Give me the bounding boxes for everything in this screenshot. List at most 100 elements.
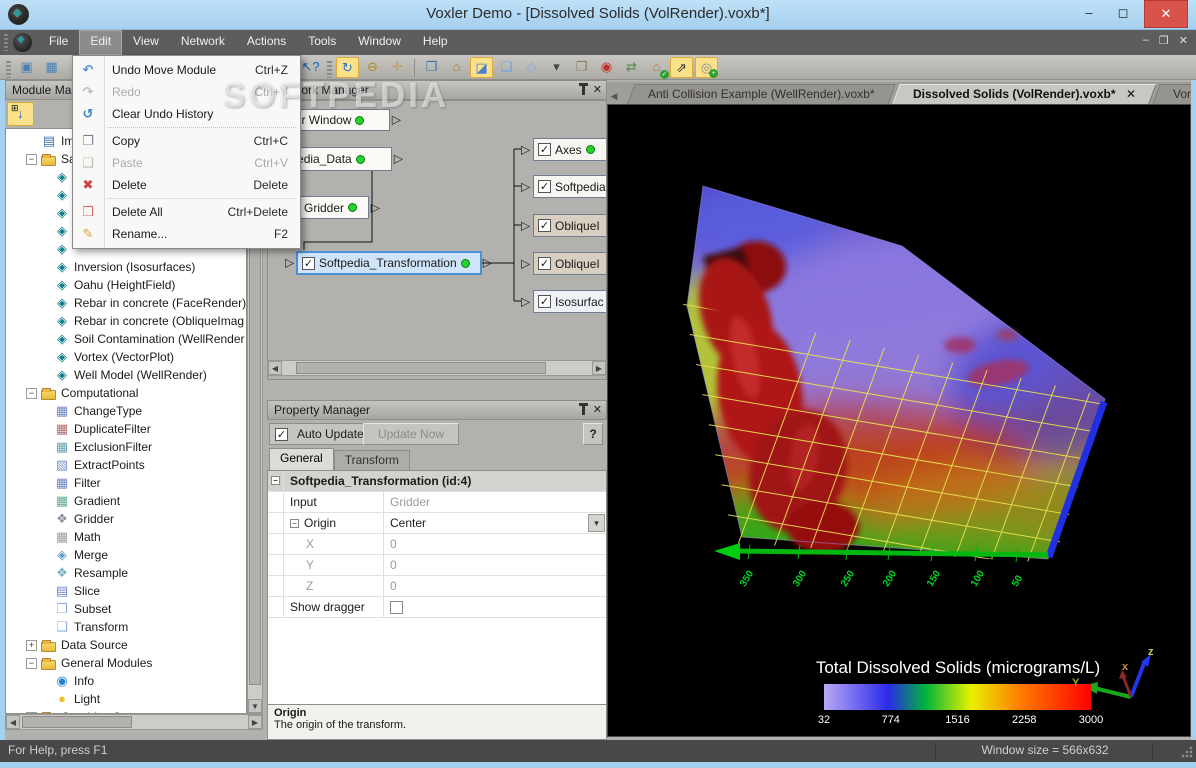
minimize-button[interactable]: – — [1074, 0, 1104, 28]
new-network-icon[interactable]: ▦ — [40, 57, 63, 78]
tree-item-well-model-wellrender[interactable]: ◈Well Model (WellRender) — [6, 366, 246, 384]
menu-item-delete[interactable]: ✖DeleteDelete — [73, 174, 300, 196]
document-tab-2[interactable]: Vortex (... — [1152, 84, 1191, 104]
viewer-3d-canvas[interactable]: Total Dissolved Solids (micrograms/L) 32… — [607, 104, 1191, 737]
auto-update-checkbox[interactable]: ✓ Auto Update — [269, 423, 373, 445]
menu-view[interactable]: View — [122, 30, 170, 55]
property-row-x[interactable]: X0 — [268, 534, 606, 555]
network-canvas[interactable]: Viewer Window▷Softpedia_Data▷Gridder▷▷✓S… — [267, 100, 607, 380]
export-animation-icon[interactable]: ⇄ — [620, 57, 643, 78]
menu-item-paste[interactable]: ❑PasteCtrl+V — [73, 152, 300, 174]
tab-general[interactable]: General — [269, 448, 334, 470]
softpedia-transformation-node[interactable]: ▷✓Softpedia_Transformation▷ — [296, 251, 482, 275]
node-checkbox[interactable]: ✓ — [538, 180, 551, 193]
mdi-restore-icon[interactable]: ❐ — [1159, 34, 1169, 47]
view-dropdown-icon[interactable]: ▾ — [545, 57, 568, 78]
gridder-node[interactable]: Gridder▷ — [299, 196, 369, 219]
menu-help[interactable]: Help — [412, 30, 459, 55]
network-hscrollbar[interactable]: ◀ ▶ — [267, 360, 607, 376]
toolbar-grip[interactable] — [6, 61, 11, 78]
orthographic-view-icon[interactable]: ❑ — [495, 57, 518, 78]
trackball-mode-icon[interactable]: ◎+ — [695, 57, 718, 78]
perspective-view-icon[interactable]: ◪ — [470, 57, 493, 78]
scroll-left-icon[interactable]: ◀ — [268, 361, 282, 375]
tree-item-duplicatefilter[interactable]: ▦DuplicateFilter — [6, 420, 246, 438]
menu-item-copy[interactable]: ❐CopyCtrl+C — [73, 130, 300, 152]
tree-item-rebar-in-concrete-obliqueimag[interactable]: ◈Rebar in concrete (ObliqueImag — [6, 312, 246, 330]
mdi-minimize-icon[interactable]: – — [1143, 34, 1149, 47]
show-dragger-checkbox[interactable] — [390, 601, 403, 614]
node-checkbox[interactable]: ✓ — [538, 219, 551, 232]
axis-mode-icon[interactable]: ⇗ — [670, 57, 693, 78]
menubar-grip[interactable] — [4, 34, 8, 51]
tree-item-math[interactable]: ▦Math — [6, 528, 246, 546]
tree-item-vortex-vectorplot[interactable]: ◈Vortex (VectorPlot) — [6, 348, 246, 366]
tree-item-exclusionfilter[interactable]: ▦ExclusionFilter — [6, 438, 246, 456]
menu-item-redo[interactable]: ↷RedoCtrl+Y — [73, 81, 300, 103]
expand-modules-button[interactable]: ⊞↓ — [7, 102, 34, 126]
menu-tools[interactable]: Tools — [297, 30, 347, 55]
axes-node[interactable]: ▷✓Axes▷ — [533, 138, 607, 161]
dropdown-arrow-icon[interactable]: ▾ — [588, 514, 605, 532]
default-view-icon[interactable]: ⌂✓ — [645, 57, 668, 78]
property-row-input[interactable]: InputGridder — [268, 492, 606, 513]
property-row-z[interactable]: Z0 — [268, 576, 606, 597]
menu-item-delete-all[interactable]: ❒Delete AllCtrl+Delete — [73, 201, 300, 223]
tree-item-info[interactable]: ◉Info — [6, 672, 246, 690]
scroll-left-icon[interactable]: ◀ — [6, 715, 20, 729]
property-row-origin[interactable]: −OriginCenter▾ — [268, 513, 606, 534]
hscroll-thumb[interactable] — [22, 716, 132, 728]
close-button[interactable]: ✕ — [1144, 0, 1188, 28]
tree-item-soil-contamination-wellrender[interactable]: ◈Soil Contamination (WellRender — [6, 330, 246, 348]
menu-file[interactable]: File — [38, 30, 79, 55]
tab-close-icon[interactable]: ✕ — [1125, 87, 1135, 101]
section-expander-icon[interactable]: − — [271, 476, 280, 485]
wireframe-view-icon[interactable]: ◇ — [520, 57, 543, 78]
scroll-right-icon[interactable]: ▶ — [248, 715, 262, 729]
node-checkbox[interactable]: ✓ — [538, 295, 551, 308]
menu-actions[interactable]: Actions — [236, 30, 297, 55]
property-section-header[interactable]: −Softpedia_Transformation (id:4) — [268, 471, 606, 492]
tree-item-inversion-isosurfaces[interactable]: ◈Inversion (Isosurfaces) — [6, 258, 246, 276]
row-expander-icon[interactable]: − — [290, 519, 299, 528]
help-button[interactable]: ? — [583, 423, 603, 445]
softpedia-graphics-node[interactable]: ▷✓Softpedia — [533, 175, 607, 198]
context-help-icon[interactable]: ↖? — [299, 57, 322, 78]
home-view-icon[interactable]: ⌂ — [445, 57, 468, 78]
isosurfaces-node[interactable]: ▷✓Isosurfac — [533, 290, 607, 313]
menu-edit[interactable]: Edit — [79, 30, 122, 55]
tree-item-gridder[interactable]: ❖Gridder — [6, 510, 246, 528]
tree-expander-icon[interactable]: + — [26, 640, 37, 651]
hscroll-thumb[interactable] — [296, 362, 546, 374]
tree-item-changetype[interactable]: ▦ChangeType — [6, 402, 246, 420]
tree-expander-icon[interactable]: − — [26, 154, 37, 165]
scroll-right-icon[interactable]: ▶ — [592, 361, 606, 375]
document-tab-1[interactable]: Dissolved Solids (VolRender).voxb*✕ — [892, 84, 1156, 104]
tree-item-slice[interactable]: ▤Slice — [6, 582, 246, 600]
pin-icon[interactable] — [582, 406, 585, 415]
update-now-button[interactable]: Update Now — [363, 423, 459, 445]
menu-network[interactable]: Network — [170, 30, 236, 55]
tree-item-subset[interactable]: ❒Subset — [6, 600, 246, 618]
document-tab-0[interactable]: Anti Collision Example (WellRender).voxb… — [627, 84, 895, 104]
tree-item-merge[interactable]: ◈Merge — [6, 546, 246, 564]
tree-item-gradient[interactable]: ▦Gradient — [6, 492, 246, 510]
node-checkbox[interactable]: ✓ — [538, 257, 551, 270]
close-panel-icon[interactable]: ✕ — [593, 404, 602, 416]
tree-item-general-modules[interactable]: −General Modules — [6, 654, 246, 672]
tree-item-filter[interactable]: ▦Filter — [6, 474, 246, 492]
tree-item-transform[interactable]: ❑Transform — [6, 618, 246, 636]
maximize-button[interactable]: ◻ — [1108, 0, 1138, 28]
tree-expander-icon[interactable]: − — [26, 388, 37, 399]
tree-item-data-source[interactable]: +Data Source — [6, 636, 246, 654]
oblique-image-node-1[interactable]: ▷✓ObliqueI — [533, 214, 607, 237]
tree-expander-icon[interactable]: − — [26, 658, 37, 669]
zoom-fit-icon[interactable]: ❒ — [420, 57, 443, 78]
oblique-image-node-2[interactable]: ▷✓ObliqueI — [533, 252, 607, 275]
scroll-down-icon[interactable]: ▼ — [248, 699, 262, 713]
tree-item-computational[interactable]: −Computational — [6, 384, 246, 402]
pin-icon[interactable] — [582, 86, 585, 95]
property-row-show-dragger[interactable]: Show dragger — [268, 597, 606, 618]
menu-item-clear-undo-history[interactable]: ↺Clear Undo History — [73, 103, 300, 125]
tree-item-rebar-in-concrete-facerender[interactable]: ◈Rebar in concrete (FaceRender) — [6, 294, 246, 312]
